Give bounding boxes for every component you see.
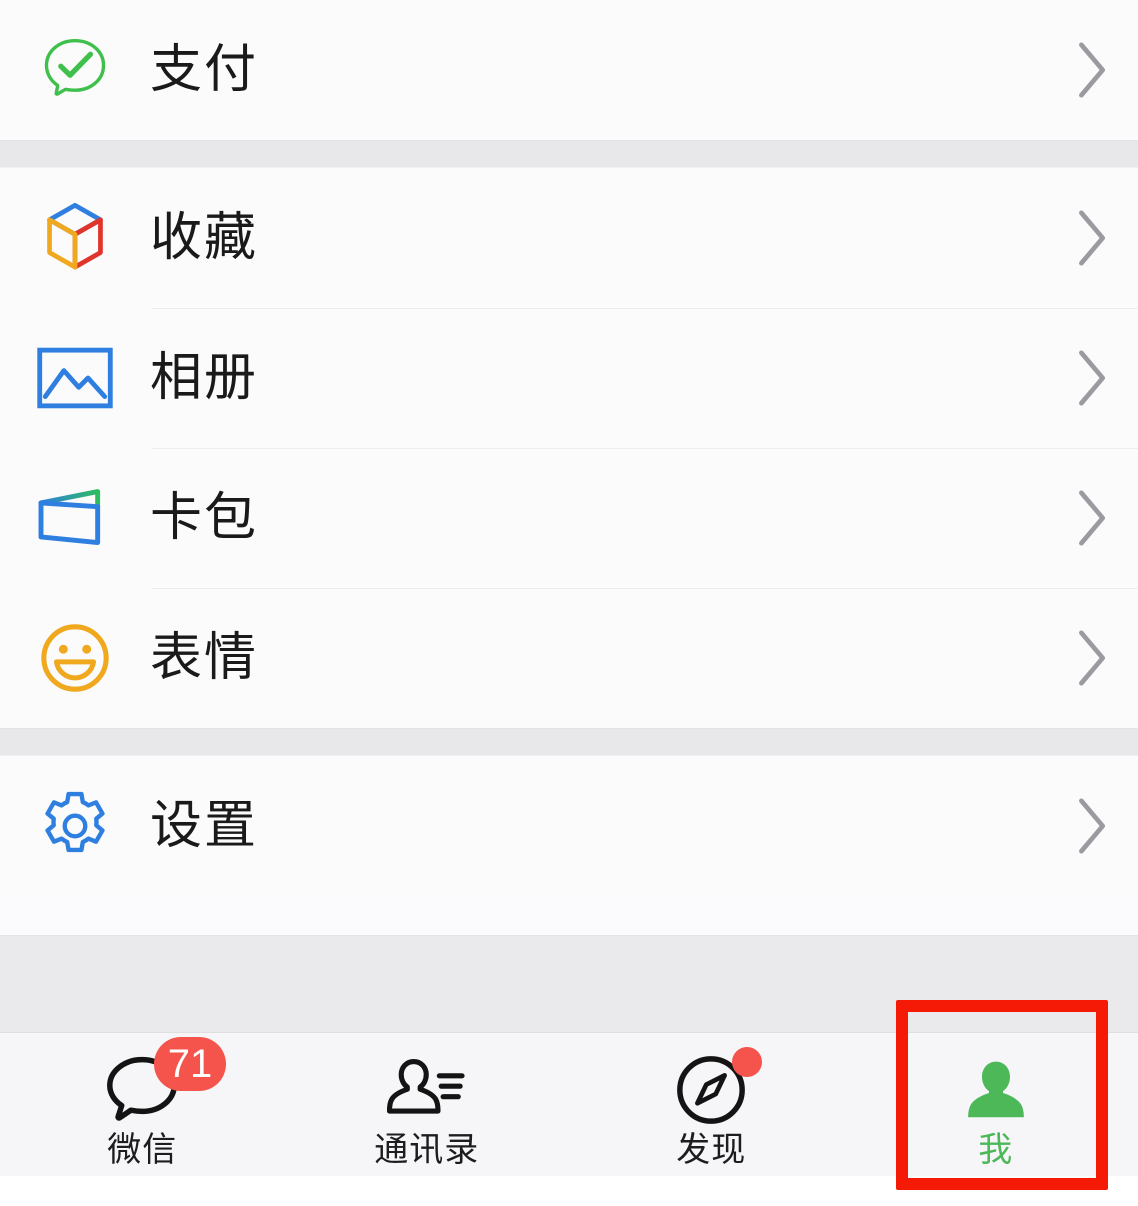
chevron-right-icon: [1048, 487, 1138, 549]
chevron-right-icon: [1048, 39, 1138, 101]
list-item-cards[interactable]: 卡包: [0, 448, 1138, 588]
list-item-pay[interactable]: 支付: [0, 0, 1138, 140]
list-item-label: 相册: [150, 349, 259, 407]
list-item-album[interactable]: 相册: [0, 308, 1138, 448]
tab-me[interactable]: 我: [854, 1033, 1138, 1177]
contacts-person-icon: [386, 1051, 467, 1129]
chat-bubble-icon: 71: [104, 1037, 227, 1129]
list-item-label: 卡包: [150, 489, 259, 547]
unread-badge: 71: [153, 1037, 227, 1091]
list-bottom-filler: [0, 935, 1138, 1033]
photo-album-icon: [0, 346, 150, 410]
smiley-sticker-icon: [0, 621, 150, 695]
wechat-me-screen: 支付 收藏 相册 卡包 表情 设置 71 微信 通讯录 发现 我: [0, 0, 1138, 1206]
tab-label: 通讯录: [374, 1131, 480, 1169]
pay-section: 支付: [0, 0, 1138, 140]
list-item-settings[interactable]: 设置: [0, 756, 1138, 896]
tab-discover[interactable]: 发现: [569, 1033, 854, 1177]
list-item-favorites[interactable]: 收藏: [0, 168, 1138, 308]
section-separator: [0, 140, 1138, 168]
section-separator: [0, 728, 1138, 756]
tab-label: 我: [978, 1131, 1014, 1169]
list-item-label: 支付: [150, 41, 259, 99]
chevron-right-icon: [1048, 627, 1138, 689]
tab-label: 微信: [107, 1131, 178, 1169]
list-item-stickers[interactable]: 表情: [0, 588, 1138, 728]
notification-dot-badge: [732, 1047, 763, 1077]
compass-discover-icon: [674, 1047, 763, 1129]
gear-settings-icon: [0, 788, 150, 864]
settings-list: 支付 收藏 相册 卡包 表情 设置: [0, 0, 1138, 896]
card-wallet-icon: [0, 484, 150, 552]
chevron-right-icon: [1048, 795, 1138, 857]
wechat-pay-icon: [0, 33, 150, 107]
tab-contacts[interactable]: 通讯录: [285, 1033, 570, 1177]
list-item-label: 设置: [150, 797, 259, 855]
chevron-right-icon: [1048, 347, 1138, 409]
tab-label: 发现: [676, 1131, 747, 1169]
list-item-label: 表情: [150, 629, 259, 687]
list-item-label: 收藏: [150, 209, 259, 267]
person-filled-icon: [959, 1051, 1033, 1129]
home-indicator-area: [0, 1176, 1138, 1206]
content-section: 收藏 相册 卡包 表情: [0, 168, 1138, 728]
bottom-tab-bar: 71 微信 通讯录 发现 我: [0, 1032, 1138, 1177]
settings-section: 设置: [0, 756, 1138, 896]
tab-chats[interactable]: 71 微信: [0, 1033, 285, 1177]
chevron-right-icon: [1048, 207, 1138, 269]
cube-favorites-icon: [0, 198, 150, 278]
